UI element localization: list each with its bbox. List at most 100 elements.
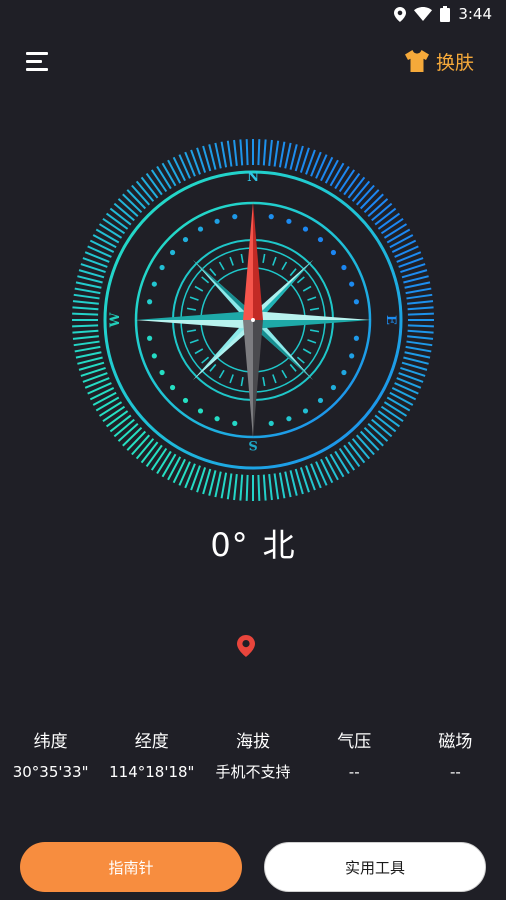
outer-tick	[145, 172, 163, 196]
heading-direction: 北	[262, 526, 296, 564]
dial-dot	[147, 335, 153, 341]
info-latitude: 纬度 30°35'33"	[0, 728, 101, 786]
outer-tick	[278, 141, 286, 168]
dial-dot	[197, 226, 204, 232]
outer-tick	[257, 139, 261, 166]
info-value: --	[348, 763, 360, 781]
inner-tick	[289, 363, 297, 372]
change-skin-button[interactable]: 换肤	[404, 46, 474, 76]
dial-dot	[232, 420, 238, 426]
outer-tick	[72, 306, 99, 311]
dial-dot	[169, 384, 176, 391]
outer-tick	[383, 223, 408, 239]
outer-tick	[161, 162, 177, 187]
dial-dot	[349, 353, 355, 359]
compass-tab-button[interactable]: 指南针	[20, 842, 242, 892]
heading-degrees: 0°	[210, 526, 249, 564]
outer-tick	[406, 293, 433, 300]
dial-dot	[197, 408, 204, 414]
outer-tick	[405, 345, 432, 353]
dial-dot	[159, 369, 165, 376]
outer-tick	[72, 324, 99, 328]
outer-tick	[73, 293, 100, 300]
inner-tick	[189, 339, 199, 344]
outer-tick	[329, 453, 345, 478]
inner-tick	[194, 285, 204, 292]
outer-tick	[150, 447, 168, 471]
inner-tick	[272, 256, 277, 266]
outer-tick	[262, 139, 267, 166]
outer-tick	[72, 329, 99, 334]
outer-tick	[208, 144, 217, 170]
outer-tick	[359, 430, 380, 451]
info-altitude: 海拔 手机不支持	[202, 728, 303, 786]
outer-tick	[334, 165, 350, 190]
inner-tick	[209, 363, 217, 372]
outer-tick	[257, 474, 261, 501]
outer-tick	[117, 422, 139, 442]
outer-tick	[233, 474, 238, 501]
outer-tick	[126, 430, 147, 451]
south-label: S	[248, 437, 257, 452]
tools-tab-button[interactable]: 实用工具	[264, 842, 486, 892]
outer-tick	[355, 434, 375, 456]
outer-tick	[403, 356, 429, 365]
map-pin-icon[interactable]	[237, 635, 255, 657]
dial-dot	[151, 353, 157, 359]
north-label: N	[247, 170, 259, 185]
outer-tick	[284, 142, 292, 169]
wifi-icon	[414, 7, 433, 21]
outer-tick	[220, 141, 228, 168]
dial-dot	[286, 416, 292, 422]
menu-button[interactable]	[26, 50, 52, 74]
outer-tick	[386, 396, 411, 412]
outer-tick	[113, 418, 135, 438]
dial-dot	[147, 299, 153, 305]
change-skin-label: 换肤	[435, 51, 474, 74]
outer-tick	[167, 159, 182, 184]
outer-tick	[371, 202, 393, 222]
outer-tick	[262, 474, 267, 501]
status-time: 3:44	[458, 5, 492, 23]
inner-tick	[309, 307, 320, 311]
outer-tick	[214, 142, 222, 169]
outer-tick	[239, 474, 244, 501]
outer-tick	[245, 474, 249, 501]
outer-tick	[377, 212, 401, 230]
dial-dot	[317, 397, 324, 404]
dial-dot	[214, 218, 220, 224]
outer-tick	[172, 156, 186, 182]
outer-tick	[407, 312, 434, 316]
outer-tick	[320, 156, 334, 182]
outer-tick	[363, 426, 384, 447]
battery-icon	[440, 6, 451, 22]
inner-tick	[281, 261, 288, 271]
outer-tick	[334, 450, 350, 475]
dial-dot	[182, 397, 189, 404]
outer-tick	[245, 139, 249, 166]
dial-dot	[268, 420, 274, 426]
outer-tick	[92, 234, 117, 249]
inner-tick	[186, 307, 197, 311]
outer-tick	[389, 391, 414, 406]
info-label: 海拔	[236, 732, 270, 752]
outer-tick	[343, 172, 361, 196]
info-value: 114°18'18"	[109, 763, 195, 781]
outer-tick	[329, 162, 345, 187]
info-value: --	[449, 763, 461, 781]
outer-tick	[74, 345, 101, 353]
outer-tick	[92, 391, 117, 406]
outer-tick	[117, 198, 139, 218]
outer-tick	[371, 418, 393, 438]
inner-tick	[302, 285, 312, 292]
dial-dot	[268, 214, 274, 220]
outer-tick	[380, 217, 404, 235]
outer-tick	[75, 351, 102, 359]
outer-tick	[391, 387, 417, 401]
dial-dot	[341, 264, 347, 271]
status-bar: 3:44	[0, 0, 506, 28]
info-value: 手机不支持	[215, 763, 291, 781]
info-value: 30°35'33"	[12, 763, 89, 781]
outer-tick	[109, 207, 132, 226]
outer-tick	[363, 193, 384, 214]
